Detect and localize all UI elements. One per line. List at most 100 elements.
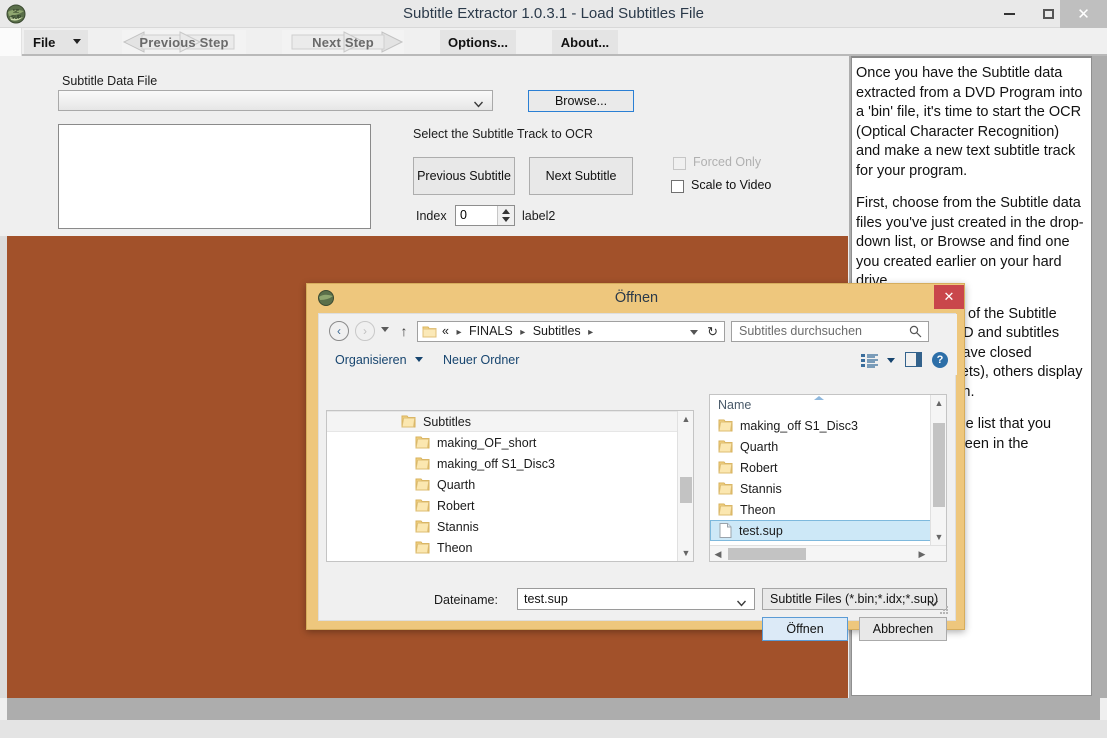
column-header-name[interactable]: Name [710, 395, 946, 415]
breadcrumb-segment-0[interactable]: FINALS [469, 324, 513, 338]
scroll-up-icon[interactable]: ▲ [678, 411, 693, 427]
tree-item[interactable]: Theon [327, 537, 693, 558]
scroll-up-icon[interactable]: ▲ [931, 395, 946, 411]
list-item[interactable]: making_off S1_Disc3 [710, 415, 946, 436]
dialog-titlebar: Öffnen ✕ [307, 284, 966, 313]
window-titlebar: SE SUP Subtitle Extractor 1.0.3.1 - Load… [0, 0, 1107, 28]
forward-button[interactable]: › [355, 321, 375, 341]
cancel-button[interactable]: Abbrechen [859, 617, 947, 641]
tree-item[interactable]: Stannis [327, 516, 693, 537]
list-item-label: Robert [740, 460, 778, 475]
list-item[interactable]: Robert [710, 457, 946, 478]
scroll-down-icon[interactable]: ▼ [931, 529, 946, 545]
tree-item-label: Robert [437, 498, 475, 513]
browse-button[interactable]: Browse... [528, 90, 634, 112]
scrollbar-thumb[interactable] [728, 548, 806, 560]
folder-icon [718, 461, 733, 474]
index-stepper-buttons[interactable] [497, 206, 514, 225]
breadcrumb-dropdown-icon[interactable] [690, 330, 698, 335]
scroll-right-icon[interactable]: ▶ [914, 546, 930, 561]
list-item[interactable]: test.sup [710, 520, 946, 541]
file-menu-button[interactable]: File [24, 30, 88, 54]
view-options-caret-icon[interactable] [887, 358, 895, 363]
subtitle-preview-listbox[interactable] [58, 124, 371, 229]
list-view-icon[interactable] [861, 353, 879, 369]
stepper-down-icon[interactable] [502, 217, 510, 222]
chevron-down-icon[interactable] [736, 595, 747, 607]
open-button[interactable]: Öffnen [762, 617, 848, 641]
breadcrumb-segment-1[interactable]: Subtitles [533, 324, 581, 338]
folder-icon [718, 503, 733, 516]
folder-icon [718, 440, 733, 453]
folder-icon [415, 436, 430, 449]
organize-button[interactable]: Organisieren [335, 353, 424, 371]
help-icon[interactable]: ? [932, 352, 948, 368]
filename-input[interactable]: test.sup [517, 588, 755, 610]
previous-step-button[interactable]: Previous Step [122, 30, 246, 54]
tree-item[interactable]: Quarth [327, 474, 693, 495]
up-one-level-button[interactable]: ↑ [395, 322, 413, 340]
tree-item-label: making_off S1_Disc3 [437, 456, 555, 471]
list-item[interactable]: Stannis [710, 478, 946, 499]
scrollbar-thumb[interactable] [933, 423, 945, 507]
refresh-icon[interactable]: ↻ [707, 324, 718, 340]
preview-pane-icon[interactable] [905, 352, 922, 367]
previous-subtitle-button[interactable]: Previous Subtitle [413, 157, 515, 195]
about-button[interactable]: About... [552, 30, 618, 54]
tree-item[interactable]: Robert [327, 495, 693, 516]
next-step-label: Next Step [312, 34, 374, 50]
chevron-right-icon: ▸ [588, 327, 594, 338]
application-window: SE SUP Subtitle Extractor 1.0.3.1 - Load… [0, 0, 1107, 738]
subtitle-data-file-combo[interactable] [58, 90, 493, 111]
tree-item[interactable]: Portrait_and_making [327, 558, 693, 561]
resize-grip[interactable] [940, 606, 950, 616]
folder-icon [718, 419, 733, 432]
breadcrumb-bar[interactable]: « ▸ FINALS ▸ Subtitles ▸ ↻ [417, 321, 725, 342]
help-paragraph: First, choose from the Subtitle data fil… [856, 195, 1084, 289]
canvas-horizontal-scrollbar[interactable] [7, 698, 1100, 720]
recent-locations-caret-icon[interactable] [381, 327, 389, 332]
list-item[interactable]: Theon [710, 499, 946, 520]
search-placeholder: Subtitles durchsuchen [739, 324, 862, 338]
index-stepper[interactable]: 0 [455, 205, 515, 226]
close-button[interactable]: ✕ [1060, 0, 1107, 28]
tree-item[interactable]: Subtitles [327, 411, 693, 432]
tree-item[interactable]: making_OF_short [327, 432, 693, 453]
chevron-right-icon: ▸ [456, 327, 462, 338]
next-subtitle-button[interactable]: Next Subtitle [529, 157, 633, 195]
search-input[interactable]: Subtitles durchsuchen [731, 321, 929, 342]
folder-icon [422, 325, 437, 339]
stepper-up-icon[interactable] [502, 209, 510, 214]
folder-icon [415, 520, 430, 533]
scale-to-video-label: Scale to Video [691, 178, 772, 192]
list-item-label: Quarth [740, 439, 779, 454]
tree-item[interactable]: making_off S1_Disc3 [327, 453, 693, 474]
close-icon: ✕ [1077, 5, 1090, 23]
scrollbar-thumb[interactable] [680, 477, 692, 503]
list-item[interactable]: Quarth [710, 436, 946, 457]
filetype-select[interactable]: Subtitle Files (*.bin;*.idx;*.sup) [762, 588, 947, 610]
maximize-icon [1043, 9, 1054, 19]
scroll-down-icon[interactable]: ▼ [678, 545, 693, 561]
options-button[interactable]: Options... [440, 30, 516, 54]
checkbox-box[interactable] [671, 180, 684, 193]
tree-vertical-scrollbar[interactable]: ▲ ▼ [677, 411, 693, 561]
folder-icon [415, 457, 430, 470]
folder-tree-pane[interactable]: Subtitles making_OF_short making_off S1_… [326, 410, 694, 562]
folder-icon [415, 541, 430, 554]
chevron-down-icon[interactable] [928, 595, 939, 607]
filelist-vertical-scrollbar[interactable]: ▲ ▼ [930, 395, 946, 545]
next-step-button[interactable]: Next Step [282, 30, 404, 54]
file-list-pane[interactable]: Name making_off S1_Disc3 Quarth Robert S… [709, 394, 947, 562]
list-item-label: making_off S1_Disc3 [740, 418, 858, 433]
filelist-horizontal-scrollbar[interactable]: ◀ ▶ [710, 545, 946, 561]
scroll-left-icon[interactable]: ◀ [710, 546, 726, 561]
folder-icon [415, 499, 430, 512]
new-folder-button[interactable]: Neuer Ordner [443, 353, 519, 371]
chevron-right-icon: ▸ [520, 327, 526, 338]
back-button[interactable]: ‹ [329, 321, 349, 341]
minimize-button[interactable] [990, 0, 1029, 28]
dialog-close-button[interactable]: ✕ [934, 285, 964, 309]
dialog-title: Öffnen [614, 290, 659, 306]
tree-item-label: Subtitles [423, 414, 471, 429]
